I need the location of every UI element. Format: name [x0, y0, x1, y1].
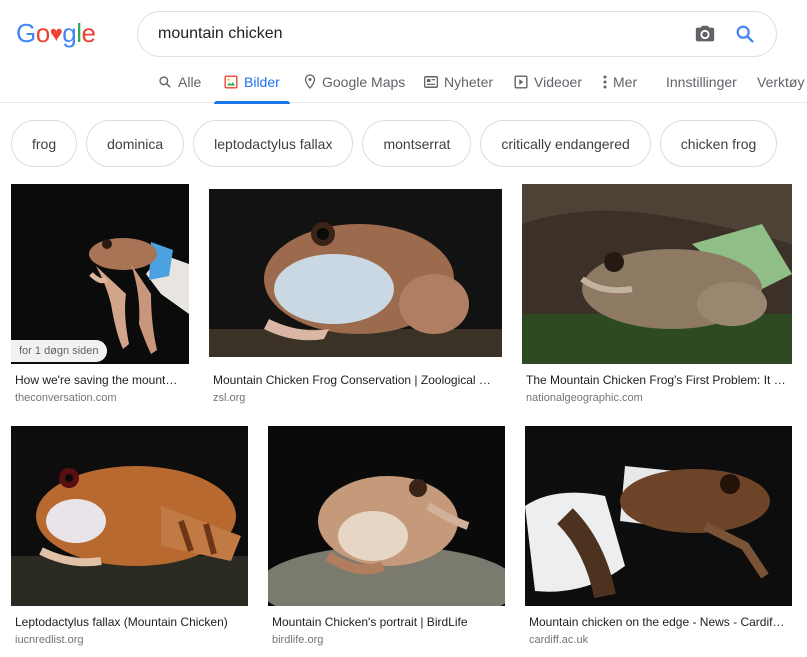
chip-dominica[interactable]: dominica [86, 120, 185, 167]
tab-mer[interactable]: Mer [603, 60, 637, 103]
result-thumbnail[interactable]: for 1 døgn siden [11, 184, 189, 364]
search-input[interactable]: mountain chicken [158, 25, 694, 43]
image-result[interactable]: for 1 døgn siden How we're saving the mo… [11, 184, 189, 409]
search-box[interactable]: mountain chicken [137, 11, 777, 57]
chip-montserrat[interactable]: montserrat [362, 120, 472, 167]
result-thumbnail[interactable] [522, 184, 792, 364]
logo-letter: o [35, 18, 50, 48]
map-pin-icon [304, 74, 316, 89]
result-title[interactable]: Mountain Chicken's portrait | BirdLife [272, 615, 505, 629]
result-thumbnail[interactable] [11, 426, 248, 606]
camera-icon[interactable] [694, 23, 716, 45]
logo-letter: G [16, 18, 36, 48]
tab-label: Bilder [244, 73, 280, 90]
related-chips: frog dominica leptodactylus fallax monts… [11, 120, 778, 168]
image-icon [224, 74, 238, 89]
chip-chicken-frog[interactable]: chicken frog [659, 120, 778, 167]
frog-image [268, 426, 505, 606]
result-thumbnail[interactable] [525, 426, 792, 606]
logo-letter: e [81, 18, 96, 48]
tab-label: Verktøy [757, 73, 805, 90]
result-source[interactable]: iucnredlist.org [15, 634, 83, 646]
tab-label: Google Maps [322, 73, 406, 90]
result-source[interactable]: theconversation.com [15, 392, 117, 404]
result-source[interactable]: nationalgeographic.com [526, 392, 643, 404]
tab-label: Alle [178, 73, 202, 90]
image-result[interactable]: Leptodactylus fallax (Mountain Chicken) … [11, 426, 248, 651]
frog-image [522, 184, 792, 364]
tab-verktoy[interactable]: Verktøy [757, 60, 804, 103]
result-title[interactable]: The Mountain Chicken Frog's First Proble… [526, 373, 792, 387]
tab-videoer[interactable]: Videoer [514, 60, 582, 103]
tab-label: Innstillinger [666, 73, 737, 90]
result-thumbnail[interactable] [209, 189, 502, 357]
tab-google-maps[interactable]: Google Maps [304, 60, 405, 103]
tab-label: Mer [613, 73, 638, 90]
result-title[interactable]: Leptodactylus fallax (Mountain Chicken) [15, 615, 248, 629]
tab-bilder[interactable]: Bilder [214, 60, 290, 104]
image-result[interactable]: Mountain Chicken's portrait | BirdLife b… [268, 426, 505, 651]
search-icon[interactable] [734, 23, 756, 45]
recency-badge: for 1 døgn siden [11, 340, 107, 362]
tab-label: Nyheter [444, 73, 494, 90]
result-title[interactable]: Mountain Chicken Frog Conservation | Zoo… [213, 373, 498, 387]
result-source[interactable]: cardiff.ac.uk [529, 634, 588, 646]
tab-alle[interactable]: Alle [158, 60, 201, 103]
result-title[interactable]: How we're saving the mount… [15, 373, 185, 387]
image-result[interactable]: Mountain Chicken Frog Conservation | Zoo… [209, 189, 502, 409]
tab-label: Videoer [534, 73, 583, 90]
search-icon [158, 75, 172, 89]
image-result[interactable]: The Mountain Chicken Frog's First Proble… [522, 184, 792, 409]
more-vert-icon [603, 75, 607, 89]
result-thumbnail[interactable] [268, 426, 505, 606]
result-source[interactable]: zsl.org [213, 392, 245, 404]
tab-innstillinger[interactable]: Innstillinger [666, 60, 737, 103]
frog-image [209, 189, 502, 357]
chip-leptodactylus-fallax[interactable]: leptodactylus fallax [193, 120, 354, 167]
frog-image [525, 426, 792, 606]
search-tabs: Alle Bilder Google Maps Nyheter Videoer … [0, 60, 807, 104]
image-result[interactable]: Mountain chicken on the edge - News - Ca… [525, 426, 792, 651]
chip-critically-endangered[interactable]: critically endangered [480, 120, 651, 167]
newspaper-icon [424, 75, 438, 88]
result-title[interactable]: Mountain chicken on the edge - News - Ca… [529, 615, 792, 629]
google-logo[interactable]: Go♥gle [16, 18, 96, 49]
chip-frog[interactable]: frog [11, 120, 78, 167]
tab-nyheter[interactable]: Nyheter [424, 60, 493, 103]
logo-letter: g [62, 18, 77, 48]
frog-image [11, 426, 248, 606]
video-icon [514, 74, 528, 89]
result-source[interactable]: birdlife.org [272, 634, 323, 646]
frog-image [11, 184, 189, 364]
heart-icon: ♥ [49, 21, 63, 46]
